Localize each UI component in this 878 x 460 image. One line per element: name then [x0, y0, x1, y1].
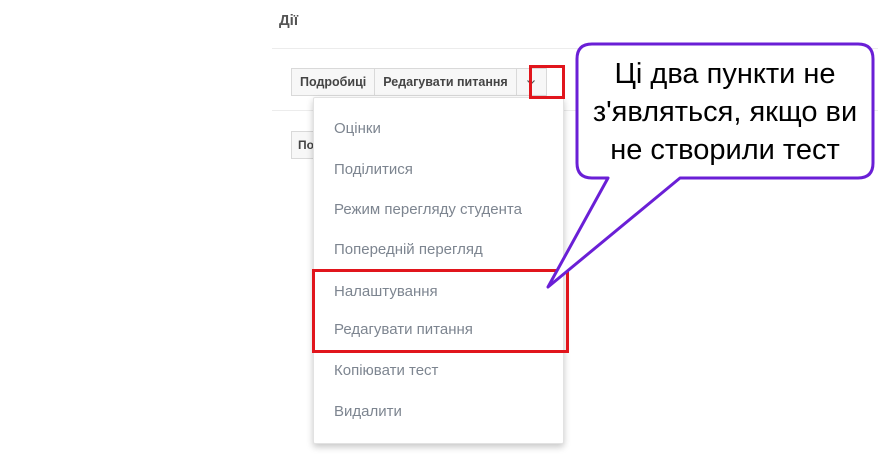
callout-line: Ці два пункти не [614, 58, 836, 90]
callout-text: Ці два пункти не з'являться, якщо ви не … [578, 55, 872, 169]
callout-line: не створили тест [610, 134, 840, 166]
callout-line: з'являться, якщо ви [592, 96, 858, 128]
